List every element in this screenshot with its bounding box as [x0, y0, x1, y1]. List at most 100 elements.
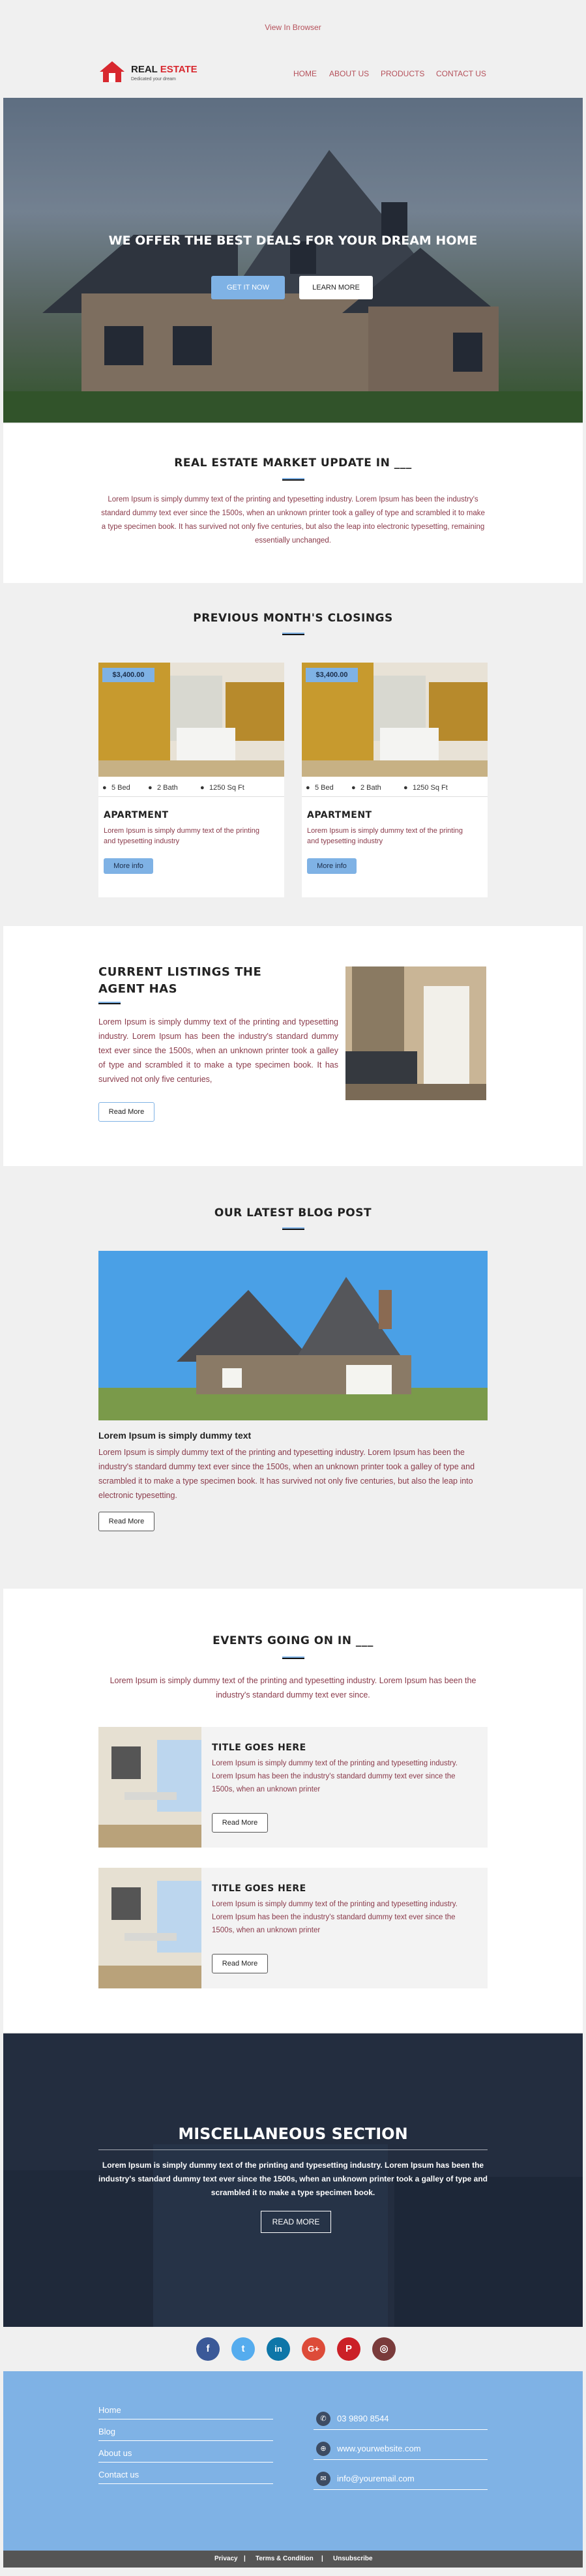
listing-interior-image — [345, 966, 486, 1100]
instagram-icon[interactable]: ◎ — [372, 2337, 396, 2361]
get-it-now-button[interactable]: GET IT NOW — [211, 276, 285, 299]
events-section: EVENTS GOING ON IN ___ Lorem Ipsum is si… — [3, 1589, 583, 2032]
misc-read-more-button[interactable]: READ MORE — [261, 2211, 331, 2233]
market-update-section: REAL ESTATE MARKET UPDATE IN ___ Lorem I… — [3, 424, 583, 583]
misc-divider — [98, 2149, 488, 2150]
bullet-icon: ● — [351, 784, 356, 792]
twitter-icon[interactable]: t — [231, 2337, 255, 2361]
event-title: TITLE GOES HERE — [212, 1743, 306, 1753]
learn-more-button[interactable]: LEARN MORE — [299, 276, 373, 299]
envelope-icon: ✉ — [316, 2472, 330, 2486]
logo-text: REAL ESTATE — [131, 64, 198, 75]
topbar: View In Browser — [3, 0, 583, 46]
footer-email[interactable]: info@youremail.com — [337, 2474, 415, 2483]
privacy-link[interactable]: Privacy — [214, 2555, 238, 2562]
unsubscribe-link[interactable]: Unsubscribe — [333, 2555, 373, 2562]
events-title: EVENTS GOING ON IN ___ — [212, 1634, 374, 1647]
event-item[interactable]: TITLE GOES HERE Lorem Ipsum is simply du… — [98, 1727, 488, 1848]
event-read-more-button[interactable]: Read More — [212, 1813, 268, 1833]
event-read-more-button[interactable]: Read More — [212, 1954, 268, 1973]
footer-phone[interactable]: 03 9890 8544 — [337, 2414, 389, 2423]
pinterest-icon[interactable]: P — [337, 2337, 360, 2361]
footer-website[interactable]: www.yourwebsite.com — [337, 2444, 421, 2453]
blog-read-more-button[interactable]: Read More — [98, 1512, 154, 1531]
listings-text: Lorem Ipsum is simply dummy text of the … — [98, 1017, 338, 1084]
more-info-button[interactable]: More info — [307, 858, 357, 874]
logo-tagline: Dedicated your dream — [131, 77, 176, 82]
bullet-icon: ● — [306, 784, 310, 792]
google-plus-icon[interactable]: G+ — [302, 2337, 325, 2361]
title-underline — [282, 1227, 304, 1230]
listings-title: CURRENT LISTINGS THE AGENT HAS — [98, 964, 261, 998]
title-underline — [282, 1656, 304, 1659]
nav-contact-us[interactable]: CONTACT US — [436, 69, 486, 78]
title-underline — [98, 1002, 121, 1004]
footer-link-about-us[interactable]: About us — [98, 2448, 273, 2463]
misc-section: MISCELLANEOUS SECTION Lorem Ipsum is sim… — [3, 2033, 583, 2327]
phone-icon: ✆ — [316, 2412, 330, 2426]
closings-title: PREVIOUS MONTH'S CLOSINGS — [193, 612, 393, 625]
footer-link-home[interactable]: Home — [98, 2405, 273, 2419]
bullet-icon: ● — [403, 784, 408, 792]
linkedin-icon[interactable]: in — [267, 2337, 290, 2361]
nav-products[interactable]: PRODUCTS — [381, 69, 424, 78]
footer-link-blog[interactable]: Blog — [98, 2427, 273, 2441]
event-text: Lorem Ipsum is simply dummy text of the … — [212, 1760, 458, 1793]
footer-phone-row: ✆ 03 9890 8544 — [314, 2410, 488, 2430]
property-description: Lorem Ipsum is simply dummy text of the … — [104, 827, 260, 845]
title-underline — [282, 478, 304, 481]
facebook-icon[interactable]: f — [196, 2337, 220, 2361]
property-type: APARTMENT — [307, 810, 372, 820]
more-info-button[interactable]: More info — [104, 858, 153, 874]
nav-about-us[interactable]: ABOUT US — [329, 69, 369, 78]
baths-text: 2 Bath — [157, 784, 178, 792]
bullet-icon: ● — [148, 784, 153, 792]
misc-title: MISCELLANEOUS SECTION — [178, 2125, 408, 2143]
event-item[interactable]: TITLE GOES HERE Lorem Ipsum is simply du… — [98, 1868, 488, 1988]
listings-title-line2: AGENT HAS — [98, 982, 178, 996]
hero-house-image — [3, 98, 583, 423]
footer-link-contact-us[interactable]: Contact us — [98, 2470, 273, 2484]
logo-word-real: REAL — [131, 64, 158, 75]
social-bar: f t in G+ P ◎ — [3, 2328, 583, 2371]
beds-text: 5 Bed — [315, 784, 334, 792]
property-type: APARTMENT — [104, 810, 169, 820]
blog-title: OUR LATEST BLOG POST — [214, 1206, 372, 1220]
property-specs: ● 5 Bed ● 2 Bath ● 1250 Sq Ft — [302, 780, 488, 797]
listings-read-more-button[interactable]: Read More — [98, 1102, 154, 1122]
separator: | — [321, 2555, 323, 2562]
footer: Home Blog About us Contact us ✆ 03 9890 … — [3, 2371, 583, 2551]
misc-text: Lorem Ipsum is simply dummy text of the … — [98, 2161, 488, 2197]
listings-section: CURRENT LISTINGS THE AGENT HAS Lorem Ips… — [3, 926, 583, 1166]
globe-icon: ⊕ — [316, 2442, 330, 2456]
closings-section: PREVIOUS MONTH'S CLOSINGS $3,400.00 ● 5 … — [3, 584, 583, 925]
area-text: 1250 Sq Ft — [413, 784, 448, 792]
events-intro: Lorem Ipsum is simply dummy text of the … — [110, 1676, 476, 1700]
market-update-title: REAL ESTATE MARKET UPDATE IN ___ — [174, 457, 412, 470]
baths-text: 2 Bath — [360, 784, 381, 792]
property-specs: ● 5 Bed ● 2 Bath ● 1250 Sq Ft — [98, 780, 284, 797]
beds-text: 5 Bed — [111, 784, 130, 792]
footer-website-row: ⊕ www.yourwebsite.com — [314, 2440, 488, 2460]
terms-link[interactable]: Terms & Condition — [256, 2555, 314, 2562]
closing-card[interactable]: $3,400.00 ● 5 Bed ● 2 Bath ● 1250 Sq Ft … — [98, 663, 284, 897]
hero-headline: WE OFFER THE BEST DEALS FOR YOUR DREAM H… — [108, 233, 478, 248]
area-text: 1250 Sq Ft — [209, 784, 244, 792]
blog-post-text: Lorem Ipsum is simply dummy text of the … — [98, 1448, 475, 1500]
event-room-image — [98, 1727, 201, 1848]
closing-card[interactable]: $3,400.00 ● 5 Bed ● 2 Bath ● 1250 Sq Ft … — [302, 663, 488, 897]
property-description: Lorem Ipsum is simply dummy text of the … — [307, 827, 463, 845]
hero-section: WE OFFER THE BEST DEALS FOR YOUR DREAM H… — [3, 98, 583, 423]
blog-section: OUR LATEST BLOG POST Lorem Ipsum is simp… — [3, 1167, 583, 1587]
event-text: Lorem Ipsum is simply dummy text of the … — [212, 1900, 458, 1934]
blog-post-title[interactable]: Lorem Ipsum is simply dummy text — [98, 1430, 251, 1441]
house-logo-icon[interactable] — [98, 60, 126, 83]
logo-word-estate: ESTATE — [160, 64, 198, 75]
blog-house-image — [98, 1251, 488, 1420]
view-in-browser-link[interactable]: View In Browser — [3, 23, 583, 32]
price-badge: $3,400.00 — [102, 668, 154, 682]
listings-title-line1: CURRENT LISTINGS THE — [98, 965, 262, 979]
nav-home[interactable]: HOME — [293, 69, 317, 78]
separator: | — [244, 2555, 246, 2562]
bottom-bar: Privacy | Terms & Condition | Unsubscrib… — [3, 2551, 583, 2568]
